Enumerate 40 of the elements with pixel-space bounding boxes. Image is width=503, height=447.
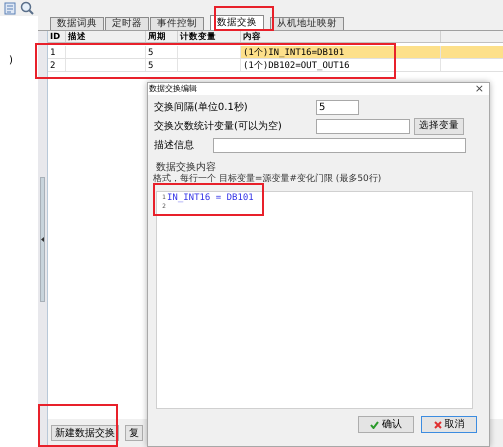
cancel-button[interactable]: 取消: [421, 416, 477, 433]
table-cell: 5: [148, 48, 154, 58]
format-hint: 格式，每行一个 目标变量=源变量#变化门限 (最多50行): [153, 174, 382, 185]
select-variable-button[interactable]: 选择变量: [414, 118, 464, 135]
check-icon: [370, 420, 379, 428]
toolbar-button[interactable]: 复: [125, 425, 143, 441]
tab[interactable]: 事件控制: [150, 17, 204, 30]
description-field[interactable]: [213, 138, 466, 153]
cross-icon: [434, 420, 442, 428]
toolbar-button[interactable]: 新建数据交换: [51, 425, 119, 441]
table-cell: 1: [50, 48, 56, 58]
dialog-title: 数据交换编辑: [149, 83, 197, 95]
tab[interactable]: 数据词典: [50, 17, 104, 30]
table-cell: 2: [50, 61, 56, 71]
table-cell: 5: [148, 61, 154, 71]
table-cell: (1个)IN_INT16=DB101: [243, 48, 344, 58]
column-header[interactable]: 描述: [66, 31, 146, 42]
panel-text: ): [9, 54, 14, 68]
code-line: IN_INT16 = DB101: [167, 193, 254, 203]
field-label: 交换次数统计变量(可以为空): [154, 120, 283, 134]
splitter-handle[interactable]: [40, 176, 45, 302]
interval-field[interactable]: 5: [316, 100, 359, 115]
document-icon[interactable]: [4, 2, 16, 14]
counter-field[interactable]: [316, 119, 410, 134]
confirm-button[interactable]: 确认: [358, 416, 414, 433]
column-header[interactable]: 周期: [146, 31, 178, 42]
group-title: 数据交换内容: [156, 161, 217, 174]
table-cell: (1个)DB102=OUT_OUT16: [243, 61, 350, 71]
search-icon[interactable]: [20, 1, 34, 15]
close-button[interactable]: ×: [474, 80, 484, 98]
tab[interactable]: 数据交换: [210, 15, 264, 30]
tab[interactable]: 定时器: [105, 17, 149, 30]
column-header[interactable]: 内容: [241, 31, 441, 42]
column-header[interactable]: 计数变量: [178, 31, 241, 42]
collapse-arrow-icon: [41, 236, 44, 242]
tab[interactable]: 从机地址映射: [270, 17, 344, 30]
field-label: 描述信息: [154, 138, 195, 153]
column-header[interactable]: ID: [48, 31, 66, 42]
highlight-frame: [214, 6, 274, 31]
field-label: 交换间隔(单位0.1秒): [154, 100, 249, 115]
